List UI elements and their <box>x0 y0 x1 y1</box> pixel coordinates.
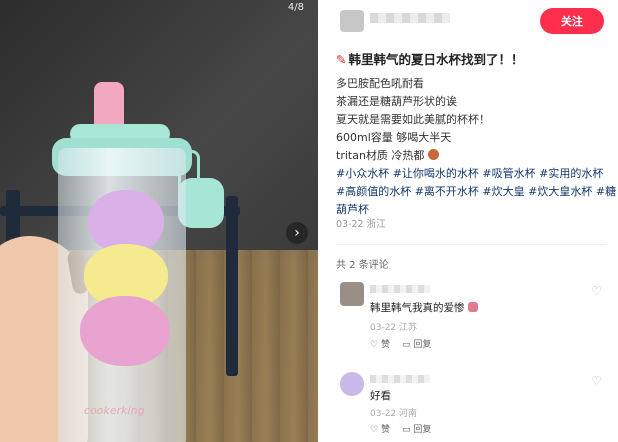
comment-meta: 03-22 江苏 <box>370 323 418 333</box>
author-name[interactable] <box>370 13 450 23</box>
commenter-name[interactable] <box>370 284 430 294</box>
reply-icon: ▭ <box>402 340 411 350</box>
follow-button[interactable]: 关注 <box>540 8 604 34</box>
post-tags[interactable]: #高颜值的水杯 #离不开水杯 #炊大皇 #炊大皇水杯 #糖 <box>336 183 616 201</box>
next-image-button[interactable]: › <box>286 222 308 244</box>
commenter-avatar[interactable] <box>340 372 364 396</box>
heart-icon[interactable]: ♡ <box>591 284 602 298</box>
chair-leg <box>226 196 238 376</box>
post-title: ✎ 韩里韩气的夏日水杯找到了！！ <box>336 52 524 67</box>
like-button[interactable]: ♡ 赞 <box>370 337 390 350</box>
post-line: 茶漏还是糖葫芦形状的诶 <box>336 95 457 108</box>
author-avatar[interactable] <box>340 10 364 32</box>
reply-button[interactable]: ▭ 回复 <box>402 337 431 350</box>
comment-meta: 03-22 河南 <box>370 409 418 419</box>
post-body: 多巴胺配色吼耐看 茶漏还是糖葫芦形状的诶 夏天就是需要如此美腻的杯杯！ 600m… <box>336 75 616 219</box>
image-counter: 4/8 <box>287 2 304 13</box>
chevron-right-icon: › <box>294 225 300 241</box>
commenter-name[interactable] <box>370 374 430 384</box>
post-line: 600ml容量 够喝大半天 <box>336 131 452 144</box>
post-line: 多巴胺配色吼耐看 <box>336 77 424 90</box>
thumb-up-icon: ♡ <box>370 425 379 435</box>
app-window: cookerking 4/8 › 关注 ✎ 韩里韩气的夏日水杯找到了！！ 多巴胺配… <box>0 0 618 442</box>
heart-icon[interactable]: ♡ <box>591 374 602 388</box>
comment-text: 韩里韩气我真的爱惨 <box>370 300 478 315</box>
divider <box>336 244 606 245</box>
leaf-icon: ✎ <box>336 52 347 67</box>
post-tags[interactable]: #小众水杯 #让你喝水的水杯 #吸管水杯 #实用的水杯 <box>336 165 612 183</box>
commenter-avatar[interactable] <box>340 282 364 306</box>
comment-count: 共 2 条评论 <box>336 260 389 271</box>
comment-text: 好看 <box>370 390 391 402</box>
post-line: tritan材质 冷热都 <box>336 147 612 165</box>
emoji-icon <box>427 149 439 160</box>
post-date: 03-22 浙江 <box>336 219 386 230</box>
post-panel: 关注 ✎ 韩里韩气的夏日水杯找到了！！ 多巴胺配色吼耐看 茶漏还是糖葫芦形状的诶 … <box>318 0 618 442</box>
thumb-up-icon: ♡ <box>370 340 379 350</box>
reply-button[interactable]: ▭ 回复 <box>402 422 431 435</box>
emoji-icon <box>467 302 478 312</box>
infuser-bottom <box>80 296 170 366</box>
reply-icon: ▭ <box>402 425 411 435</box>
brand-print: cookerking <box>84 404 145 417</box>
post-header: 关注 <box>318 0 618 40</box>
post-line: 夏天就是需要如此美腻的杯杯！ <box>336 113 490 126</box>
like-button[interactable]: ♡ 赞 <box>370 422 390 435</box>
post-image[interactable]: cookerking 4/8 › <box>0 0 318 442</box>
